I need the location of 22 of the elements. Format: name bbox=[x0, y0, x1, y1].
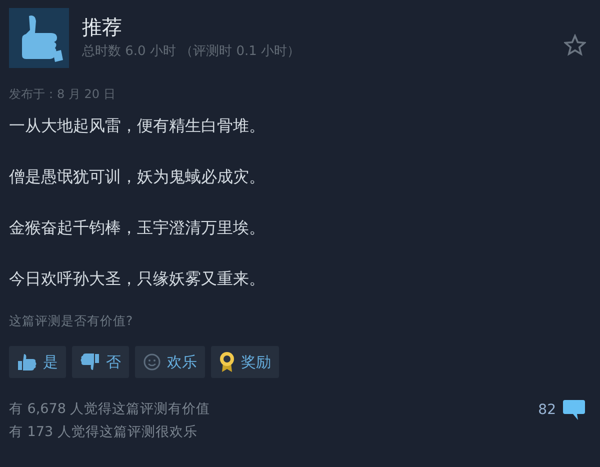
yes-button[interactable]: 是 bbox=[9, 346, 66, 378]
vote-count-text: 有 173 人觉得这篇评测很欢乐 bbox=[9, 423, 198, 442]
award-button[interactable]: 奖励 bbox=[211, 346, 279, 378]
review-paragraph: 金猴奋起千钧棒，玉宇澄清万里埃。 bbox=[9, 217, 266, 239]
review-paragraph: 今日欢呼孙大圣，只缘妖雾又重来。 bbox=[9, 268, 266, 290]
thumbs-up-icon bbox=[9, 8, 69, 68]
thumbs-up-icon bbox=[17, 353, 37, 371]
playtime-text: 总时数 6.0 小时 （评测时 0.1 小时） bbox=[82, 43, 302, 60]
review-paragraph: 僧是愚氓犹可训，妖为鬼蜮必成灾。 bbox=[9, 166, 266, 188]
review-verdict: 推荐 bbox=[82, 14, 123, 40]
review-paragraph: 一从大地起风雷，便有精生白骨堆。 bbox=[9, 115, 266, 137]
thumbs-down-icon bbox=[80, 353, 100, 371]
comment-count: 82 bbox=[538, 402, 556, 418]
no-button[interactable]: 否 bbox=[72, 346, 129, 378]
funny-button[interactable]: 欢乐 bbox=[135, 346, 205, 378]
star-icon[interactable] bbox=[564, 34, 586, 56]
smile-icon bbox=[143, 353, 161, 371]
award-icon bbox=[219, 351, 235, 373]
helpful-prompt: 这篇评测是否有价值? bbox=[9, 313, 134, 330]
vote-count-text: 有 6,678 人觉得这篇评测有价值 bbox=[9, 400, 210, 419]
comment-icon[interactable] bbox=[562, 399, 586, 421]
posted-date: 发布于：8 月 20 日 bbox=[9, 86, 116, 103]
